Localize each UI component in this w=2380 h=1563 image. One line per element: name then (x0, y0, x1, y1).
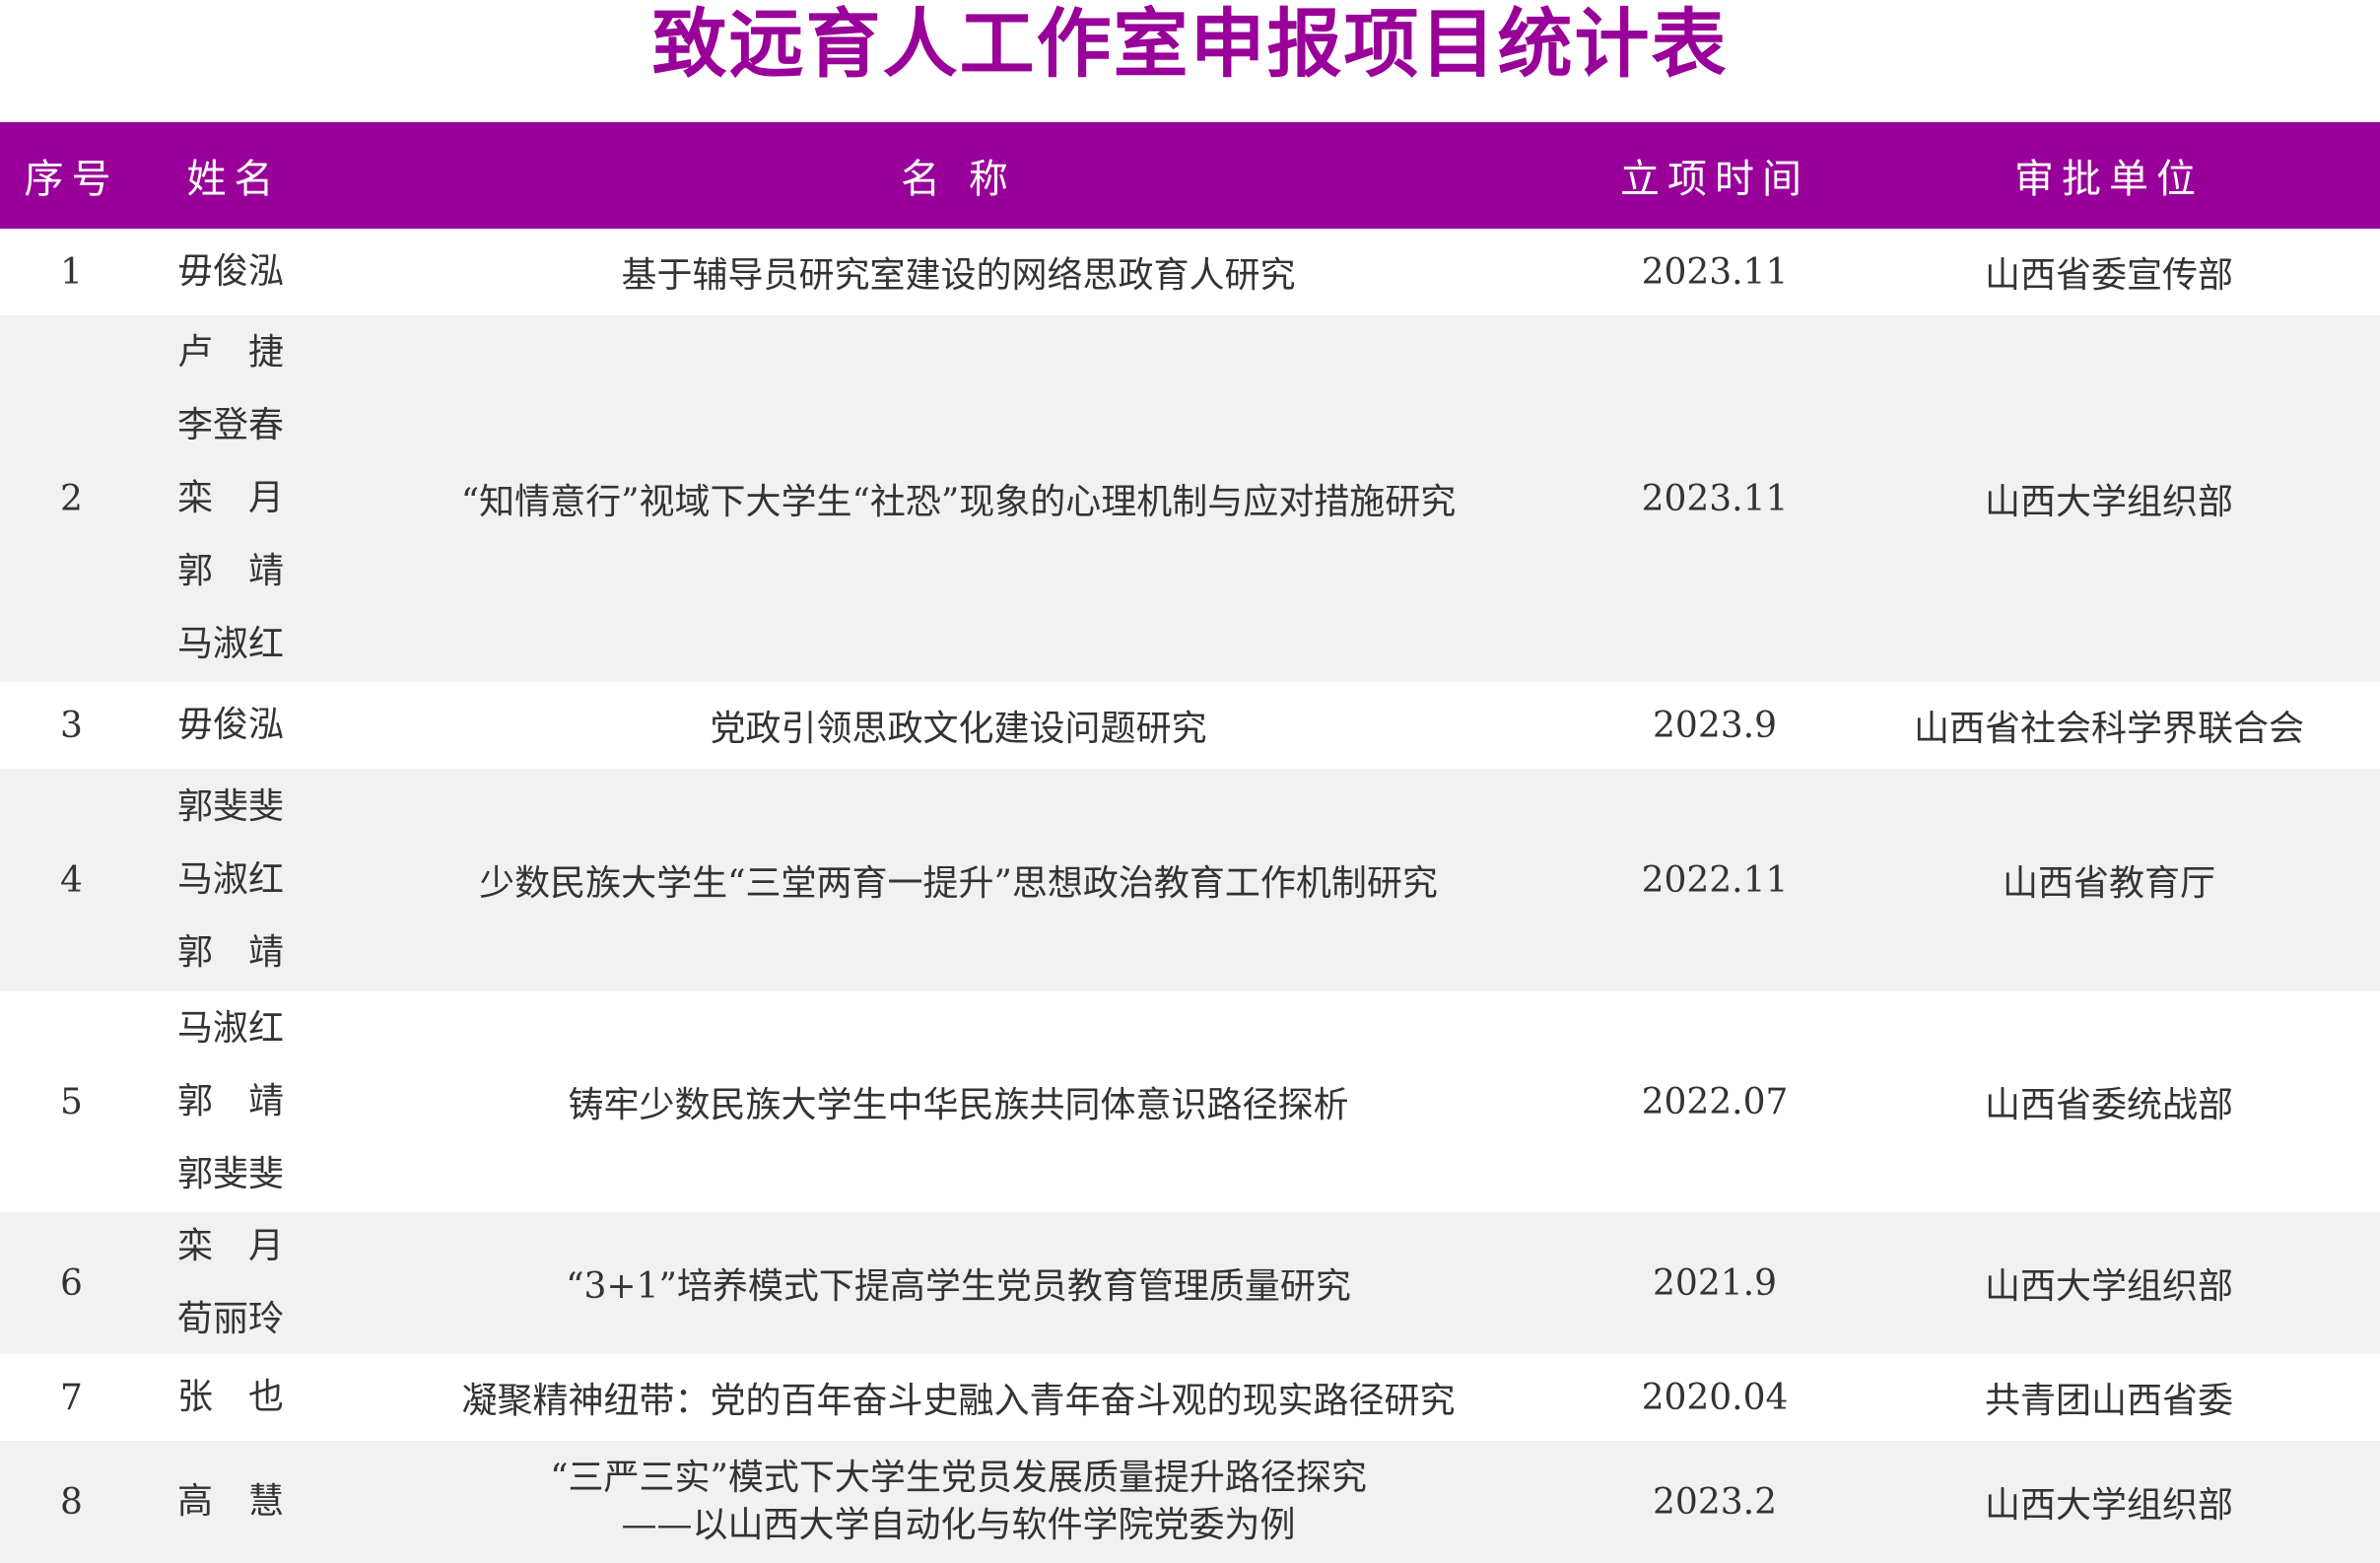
project-title-line: ——以山西大学自动化与软件学院党委为例 (621, 1505, 1296, 1545)
table-row: 8 高 慧 “三严三实”模式下大学生党员发展质量提升路径探究 ——以山西大学自动化与软… (0, 1441, 2380, 1563)
approval-unit: 山西大学组织部 (1984, 1485, 2233, 1526)
member-name: 马淑红 (177, 624, 285, 664)
project-date: 2020.04 (1641, 1377, 1789, 1418)
project-date: 2021.9 (1653, 1262, 1777, 1304)
project-title-line: “知情意行”视域下大学生“社恐”现象的心理机制与应对措施研究 (460, 482, 1457, 522)
project-title-line: “3+1”培养模式下提高学生党员教育管理质量研究 (566, 1266, 1351, 1307)
row-number: 6 (60, 1262, 83, 1304)
approval-unit: 山西省社会科学界联合会 (1913, 709, 2304, 749)
member-name: 马淑红 (177, 1008, 285, 1049)
project-date: 2023.11 (1641, 251, 1789, 293)
project-title: “三严三实”模式下大学生党员发展质量提升路径探究 ——以山西大学自动化与软件学院党… (325, 1441, 1592, 1563)
table-header: 序号 姓名 名 称 立项时间 审批单位 (0, 122, 2380, 229)
row-names: 郭斐斐 马淑红郭 靖 (143, 769, 325, 991)
row-number: 3 (60, 705, 83, 746)
member-name: 毋俊泓 (177, 705, 285, 745)
row-number: 4 (60, 859, 83, 901)
table-row: 7 张 也 凝聚精神纽带：党的百年奋斗史融入青年奋斗观的现实路径研究 2020.04 共… (0, 1354, 2380, 1441)
project-title-line: 铸牢少数民族大学生中华民族共同体意识路径探析 (568, 1085, 1349, 1125)
table-row: 4 郭斐斐马淑红郭 靖 少数民族大学生“三堂两育一提升”思想政治教育工作机制研究 20… (0, 769, 2380, 991)
member-name: 郭 靖 (177, 932, 285, 973)
project-date: 2022.07 (1641, 1081, 1789, 1122)
row-names: 高 慧 (143, 1441, 325, 1563)
row-number: 5 (60, 1081, 83, 1122)
member-name: 张 也 (177, 1377, 285, 1417)
project-date: 2023.11 (1641, 478, 1789, 519)
project-title: 基于辅导员研究室建设的网络思政育人研究 (325, 229, 1592, 315)
project-title: 凝聚精神纽带：党的百年奋斗史融入青年奋斗观的现实路径研究 (325, 1354, 1592, 1441)
project-title-line: “三严三实”模式下大学生党员发展质量提升路径探究 (550, 1458, 1367, 1498)
table-row: 1 毋俊泓 基于辅导员研究室建设的网络思政育人研究 2023.11 山西省委宣传部 (0, 229, 2380, 315)
approval-unit: 山西省委宣传部 (1984, 255, 2233, 296)
project-title: 少数民族大学生“三堂两育一提升”思想政治教育工作机制研究 (325, 769, 1592, 991)
page-title: 致远育人工作室申报项目统计表 (651, 0, 1729, 88)
header-name: 姓名 (186, 157, 282, 202)
member-name: 毋俊泓 (177, 251, 285, 292)
row-names: 张 也 (143, 1354, 325, 1441)
project-title-line: 基于辅导员研究室建设的网络思政育人研究 (621, 255, 1296, 296)
header-title: 名 称 (901, 157, 1016, 202)
row-names: 卢 捷李登春栾 月郭 靖马淑红 (143, 315, 325, 682)
approval-unit: 山西省委统战部 (1984, 1085, 2233, 1125)
member-name: 栾 月 (177, 478, 285, 518)
member-name: 郭 靖 (177, 551, 285, 591)
member-name: 郭斐斐 (177, 1154, 285, 1194)
row-number: 8 (60, 1481, 83, 1523)
approval-unit: 山西大学组织部 (1984, 482, 2233, 522)
row-names: 毋俊泓 (143, 682, 325, 769)
row-number: 1 (60, 251, 83, 293)
project-title-line: 凝聚精神纽带：党的百年奋斗史融入青年奋斗观的现实路径研究 (461, 1381, 1456, 1421)
project-title: 铸牢少数民族大学生中华民族共同体意识路径探析 (325, 991, 1592, 1212)
project-title-line: 少数民族大学生“三堂两育一提升”思想政治教育工作机制研究 (479, 863, 1438, 904)
member-name: 荀丽玲 (177, 1299, 285, 1339)
member-name: 高 慧 (177, 1481, 285, 1522)
member-name: 栾 月 (177, 1226, 285, 1266)
project-date: 2022.11 (1641, 859, 1789, 901)
member-name: 郭斐斐 (177, 786, 285, 827)
row-number: 7 (60, 1377, 83, 1418)
table-row: 3 毋俊泓 党政引领思政文化建设问题研究 2023.9 山西省社会科学界联合会 (0, 682, 2380, 769)
table-row: 6 栾 月荀丽玲 “3+1”培养模式下提高学生党员教育管理质量研究 2021.9 山西大… (0, 1212, 2380, 1354)
project-title: “3+1”培养模式下提高学生党员教育管理质量研究 (325, 1212, 1592, 1354)
header-date: 立项时间 (1620, 157, 1809, 202)
member-name: 马淑红 (177, 859, 285, 900)
project-date: 2023.2 (1653, 1481, 1777, 1523)
row-number: 2 (60, 478, 83, 519)
table-row: 2 卢 捷李登春栾 月郭 靖马淑红 “知情意行”视域下大学生“社恐”现象的心理机制与… (0, 315, 2380, 682)
table-row: 5 马淑红郭 靖郭斐斐 铸牢少数民族大学生中华民族共同体意识路径探析 2022.07 山… (0, 991, 2380, 1212)
member-name: 卢 捷 (177, 332, 285, 373)
project-title-line: 党政引领思政文化建设问题研究 (710, 709, 1207, 749)
row-names: 毋俊泓 (143, 229, 325, 315)
header-unit: 审批单位 (2014, 157, 2204, 202)
approval-unit: 山西大学组织部 (1984, 1266, 2233, 1307)
row-names: 马淑红郭 靖郭斐斐 (143, 991, 325, 1212)
approval-unit: 共青团山西省委 (1984, 1381, 2233, 1421)
header-no: 序号 (24, 157, 119, 202)
row-names: 栾 月荀丽玲 (143, 1212, 325, 1354)
approval-unit: 山西省教育厅 (2002, 863, 2215, 904)
project-date: 2023.9 (1653, 705, 1777, 746)
project-title: “知情意行”视域下大学生“社恐”现象的心理机制与应对措施研究 (325, 315, 1592, 682)
member-name: 李登春 (177, 405, 285, 445)
member-name: 郭 靖 (177, 1081, 285, 1121)
project-title: 党政引领思政文化建设问题研究 (325, 682, 1592, 769)
